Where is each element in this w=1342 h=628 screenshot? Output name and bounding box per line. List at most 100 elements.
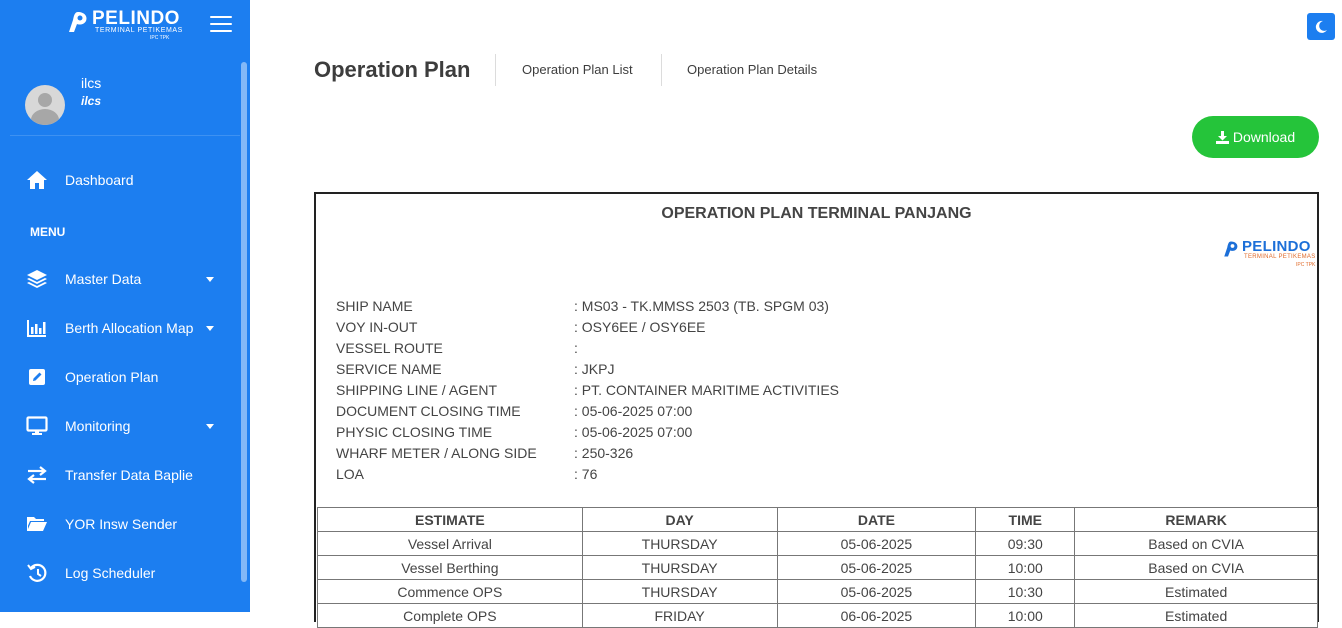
sidebar: PELINDO TERMINAL PETIKEMAS IPC TPK ilcs … bbox=[0, 0, 250, 612]
table-cell: Complete OPS bbox=[317, 603, 583, 628]
info-row: DOCUMENT CLOSING TIME : 05-06-2025 07:00 bbox=[336, 403, 839, 424]
table-row: Complete OPS FRIDAY 06-06-2025 10:00 Est… bbox=[317, 603, 1318, 628]
column-header: TIME bbox=[975, 507, 1076, 532]
table-cell: Estimated bbox=[1074, 603, 1318, 628]
table-cell: 09:30 bbox=[975, 531, 1076, 556]
info-value: : 05-06-2025 07:00 bbox=[574, 424, 693, 440]
column-header: DAY bbox=[581, 507, 778, 532]
info-key: WHARF METER / ALONG SIDE bbox=[336, 445, 537, 461]
table-cell: 06-06-2025 bbox=[776, 603, 977, 628]
user-role: ilcs bbox=[81, 94, 102, 108]
table-cell: 10:00 bbox=[975, 603, 1076, 628]
menu-section-header: MENU bbox=[30, 225, 66, 239]
info-value: : JKPJ bbox=[574, 361, 615, 377]
schedule-table: ESTIMATE DAY DATE TIME REMARK Vessel Arr… bbox=[317, 507, 1318, 628]
info-key: SHIP NAME bbox=[336, 298, 413, 314]
info-key: PHYSIC CLOSING TIME bbox=[336, 424, 493, 440]
sidebar-item-label: Operation Plan bbox=[65, 369, 159, 385]
folder-open-icon bbox=[26, 513, 48, 535]
sidebar-item-label: Transfer Data Baplie bbox=[65, 467, 193, 483]
table-cell: 10:30 bbox=[975, 579, 1076, 604]
menu-toggle-icon[interactable] bbox=[210, 16, 232, 34]
report-logo: PELINDO TERMINAL PETIKEMAS IPC TPK bbox=[1222, 238, 1318, 270]
info-value: : PT. CONTAINER MARITIME ACTIVITIES bbox=[574, 382, 839, 398]
report-logo-name: PELINDO bbox=[1242, 238, 1311, 255]
sidebar-item-label: Dashboard bbox=[65, 172, 134, 188]
info-value: : bbox=[574, 340, 578, 356]
sidebar-item-label: Master Data bbox=[65, 271, 142, 287]
info-key: VESSEL ROUTE bbox=[336, 340, 443, 356]
table-cell: 05-06-2025 bbox=[776, 531, 977, 556]
info-key: LOA bbox=[336, 466, 365, 482]
table-header-row: ESTIMATE DAY DATE TIME REMARK bbox=[317, 507, 1318, 532]
info-value: : OSY6EE / OSY6EE bbox=[574, 319, 706, 335]
page-title: Operation Plan bbox=[314, 57, 471, 82]
breadcrumb-divider bbox=[661, 54, 662, 86]
sidebar-item-berth-allocation-map[interactable]: Berth Allocation Map bbox=[0, 308, 240, 348]
column-header: DATE bbox=[776, 507, 977, 532]
download-icon bbox=[1215, 130, 1229, 144]
tab-operation-plan-list[interactable]: Operation Plan List bbox=[522, 62, 633, 77]
brand-logo[interactable]: PELINDO TERMINAL PETIKEMAS IPC TPK bbox=[66, 8, 186, 44]
table-cell: FRIDAY bbox=[581, 603, 778, 628]
avatar[interactable] bbox=[25, 85, 65, 125]
pelindo-logo-icon bbox=[69, 12, 87, 32]
info-row: SHIP NAME : MS03 - TK.MMSS 2503 (TB. SPGM… bbox=[336, 298, 839, 319]
table-cell: Vessel Arrival bbox=[317, 531, 583, 556]
sidebar-item-monitoring[interactable]: Monitoring bbox=[0, 406, 240, 446]
report-title: OPERATION PLAN TERMINAL PANJANG bbox=[661, 205, 972, 222]
report-logo-sub2: IPC TPK bbox=[1296, 262, 1316, 268]
report-logo-sub: TERMINAL PETIKEMAS bbox=[1244, 254, 1316, 260]
exchange-icon bbox=[26, 464, 48, 486]
table-row: Commence OPS THURSDAY 05-06-2025 10:30 E… bbox=[317, 579, 1318, 604]
brand-sub2: IPC TPK bbox=[150, 35, 170, 41]
edit-icon bbox=[26, 366, 48, 388]
sidebar-item-label: Monitoring bbox=[65, 418, 131, 434]
sidebar-item-log-scheduler[interactable]: Log Scheduler bbox=[0, 553, 240, 593]
sidebar-item-master-data[interactable]: Master Data bbox=[0, 259, 240, 299]
sidebar-item-dashboard[interactable]: Dashboard bbox=[0, 160, 240, 200]
table-cell: Based on CVIA bbox=[1074, 531, 1318, 556]
sidebar-scrollbar-thumb[interactable] bbox=[241, 62, 247, 582]
info-row: WHARF METER / ALONG SIDE: 250-326 bbox=[336, 445, 839, 466]
monitor-icon bbox=[26, 415, 48, 437]
history-icon bbox=[26, 562, 48, 584]
info-key: SERVICE NAME bbox=[336, 361, 442, 377]
moon-icon bbox=[1315, 20, 1327, 33]
table-cell: THURSDAY bbox=[581, 531, 778, 556]
sidebar-item-label: Berth Allocation Map bbox=[65, 320, 194, 336]
operation-plan-report: OPERATION PLAN TERMINAL PANJANG PELINDO … bbox=[314, 192, 1319, 628]
info-key: DOCUMENT CLOSING TIME bbox=[336, 403, 521, 419]
chevron-down-icon bbox=[206, 276, 214, 282]
download-button[interactable]: Download bbox=[1192, 116, 1319, 158]
table-cell: Commence OPS bbox=[317, 579, 583, 604]
breadcrumb-divider bbox=[495, 54, 496, 86]
sidebar-item-label: Log Scheduler bbox=[65, 565, 156, 581]
sidebar-item-yor-insw-sender[interactable]: YOR Insw Sender bbox=[0, 504, 240, 544]
table-cell: THURSDAY bbox=[581, 579, 778, 604]
table-row: Vessel Berthing THURSDAY 05-06-2025 10:0… bbox=[317, 555, 1318, 580]
sidebar-item-label: YOR Insw Sender bbox=[65, 516, 178, 532]
info-value: : 05-06-2025 07:00 bbox=[574, 403, 693, 419]
tab-operation-plan-details[interactable]: Operation Plan Details bbox=[687, 62, 817, 77]
table-cell: 05-06-2025 bbox=[776, 555, 977, 580]
info-value: : 76 bbox=[574, 466, 598, 482]
dark-mode-toggle[interactable] bbox=[1307, 13, 1335, 40]
info-row: SERVICE NAME : JKPJ bbox=[336, 361, 839, 382]
chevron-down-icon bbox=[206, 423, 214, 429]
chevron-down-icon bbox=[206, 325, 214, 331]
download-label: Download bbox=[1232, 129, 1296, 145]
sidebar-item-transfer-data-baplie[interactable]: Transfer Data Baplie bbox=[0, 455, 240, 495]
pelindo-logo-icon bbox=[1224, 241, 1238, 257]
table-cell: 05-06-2025 bbox=[776, 579, 977, 604]
table-row: Vessel Arrival THURSDAY 05-06-2025 09:30… bbox=[317, 531, 1318, 556]
column-header: REMARK bbox=[1074, 507, 1318, 532]
info-row: VOY IN-OUT: OSY6EE / OSY6EE bbox=[336, 319, 839, 340]
layers-icon bbox=[26, 268, 48, 290]
table-cell: Estimated bbox=[1074, 579, 1318, 604]
info-row: LOA : 76 bbox=[336, 466, 839, 487]
sidebar-item-operation-plan[interactable]: Operation Plan bbox=[0, 357, 240, 397]
info-row: PHYSIC CLOSING TIME : 05-06-2025 07:00 bbox=[336, 424, 839, 445]
table-cell: Vessel Berthing bbox=[317, 555, 583, 580]
info-value: : MS03 - TK.MMSS 2503 (TB. SPGM 03) bbox=[574, 298, 829, 314]
